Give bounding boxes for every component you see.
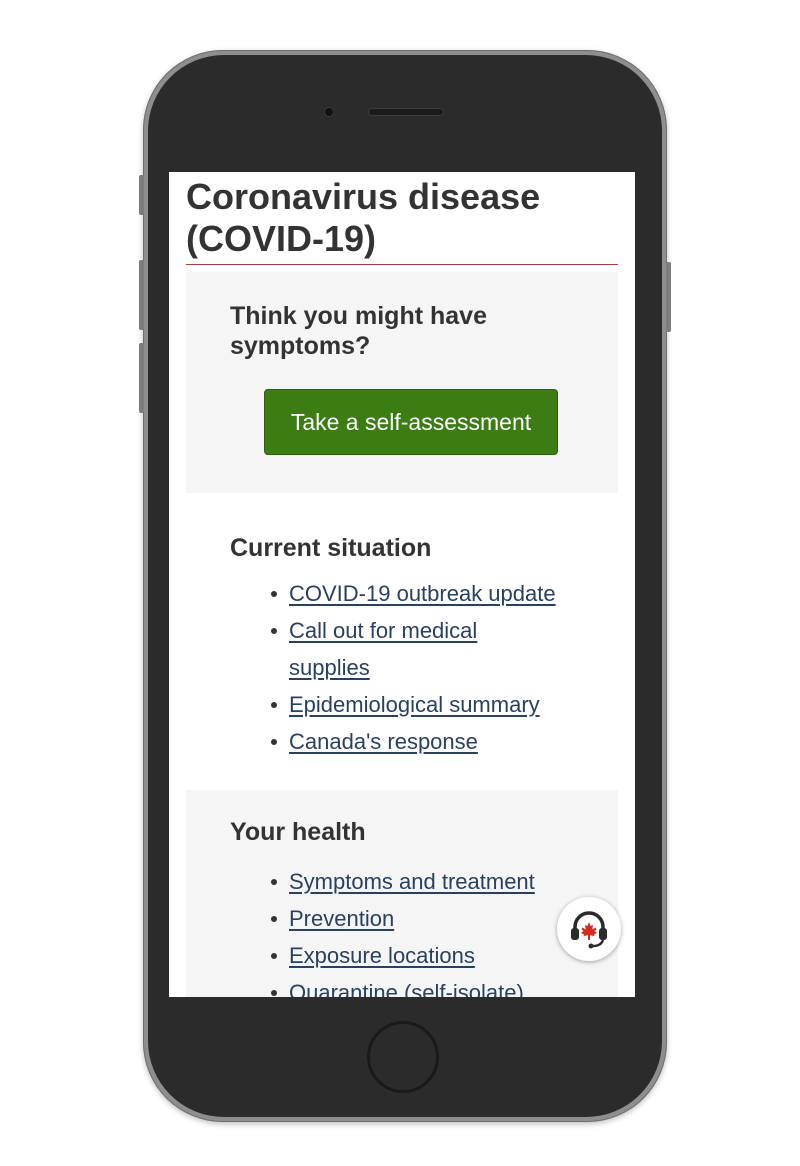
symptoms-treatment-link[interactable]: Symptoms and treatment	[289, 869, 535, 894]
volume-down-button	[139, 343, 144, 413]
symptoms-panel: Think you might have symptoms? Take a se…	[186, 272, 618, 493]
current-situation-list: COVID-19 outbreak update Call out for me…	[271, 575, 589, 760]
mute-switch	[139, 175, 144, 215]
prevention-link[interactable]: Prevention	[289, 906, 394, 931]
list-item: Epidemiological summary	[271, 686, 589, 723]
front-camera	[325, 108, 333, 116]
your-health-panel: Your health Symptoms and treatment Preve…	[186, 790, 618, 997]
title-underline	[186, 264, 618, 265]
quarantine-link[interactable]: Quarantine (self-isolate)	[289, 980, 524, 997]
list-item: Quarantine (self-isolate)	[271, 974, 589, 997]
list-item: Exposure locations	[271, 937, 589, 974]
headset-maple-leaf-icon	[571, 911, 607, 949]
your-health-list: Symptoms and treatment Prevention Exposu…	[271, 863, 589, 997]
self-assessment-button[interactable]: Take a self-assessment	[264, 389, 558, 455]
symptoms-heading: Think you might have symptoms?	[230, 302, 487, 360]
phone-screen: Coronavirus disease (COVID-19) Think you…	[169, 172, 635, 997]
current-situation-heading: Current situation	[230, 534, 432, 562]
canadas-response-link[interactable]: Canada's response	[289, 729, 478, 754]
medical-supplies-link[interactable]: Call out for medical supplies	[289, 618, 477, 680]
epidemiological-summary-link[interactable]: Epidemiological summary	[289, 692, 540, 717]
exposure-locations-link[interactable]: Exposure locations	[289, 943, 475, 968]
power-button	[666, 262, 671, 332]
your-health-heading: Your health	[230, 818, 366, 846]
list-item: Canada's response	[271, 723, 589, 760]
outbreak-update-link[interactable]: COVID-19 outbreak update	[289, 581, 556, 606]
chat-assistant-button[interactable]	[557, 897, 621, 961]
list-item: Call out for medical supplies	[271, 612, 519, 686]
list-item: Symptoms and treatment	[271, 863, 589, 900]
volume-up-button	[139, 260, 144, 330]
page-title: Coronavirus disease (COVID-19)	[186, 176, 541, 259]
earpiece-speaker	[368, 108, 444, 116]
home-button[interactable]	[367, 1021, 439, 1093]
list-item: Prevention	[271, 900, 589, 937]
list-item: COVID-19 outbreak update	[271, 575, 589, 612]
